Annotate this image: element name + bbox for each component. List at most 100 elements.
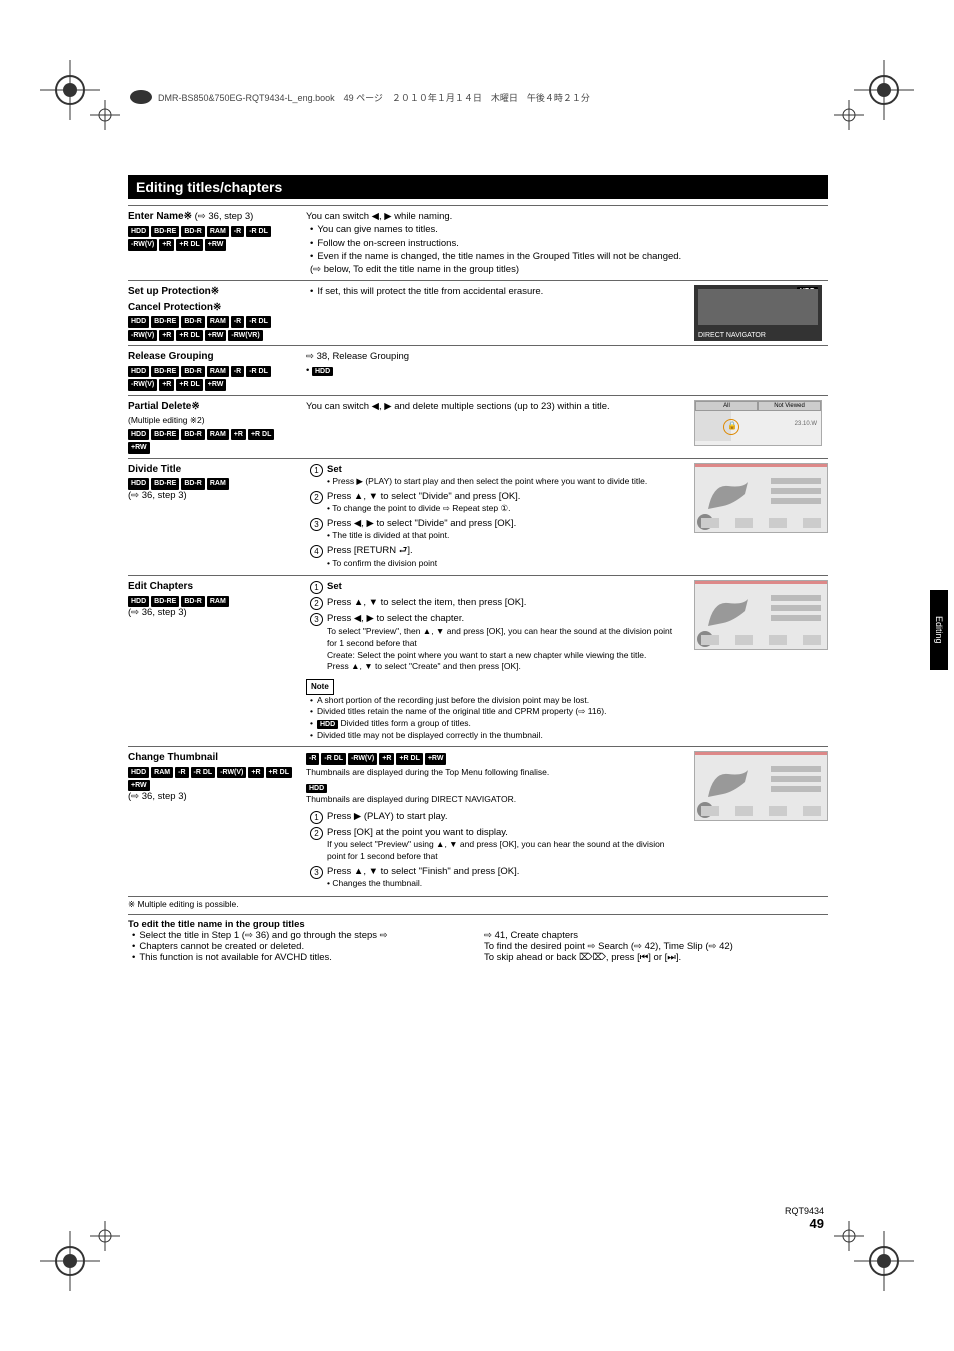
badge: +RW [205, 330, 227, 341]
step-2-icon: 2 [310, 827, 323, 840]
chapters-badges: HDD BD-RE BD-R RAM [128, 596, 294, 607]
chapters-n1: A short portion of the recording just be… [310, 695, 682, 707]
row-release-grouping: Release Grouping HDD BD-RE BD-R RAM -R -… [128, 345, 828, 394]
thumb-heading: Change Thumbnail [128, 751, 294, 765]
badge: -R [231, 366, 244, 377]
badge: +R [231, 429, 246, 440]
direct-navigator-panel: HDD DIRECT NAVIGATOR [694, 285, 822, 341]
badge: +R DL [266, 767, 292, 778]
chapters-s2: Press ▲, ▼ to select the item, then pres… [327, 596, 526, 610]
step-1-icon: 1 [310, 581, 323, 594]
chapters-sub1: To select "Preview", then ▲, ▼ and press… [327, 626, 682, 650]
thumb-top-text: Thumbnails are displayed during the Top … [306, 767, 682, 779]
page-title: Editing titles/chapters [128, 175, 828, 199]
badge: RAM [207, 366, 229, 377]
badge: +R DL [248, 429, 274, 440]
badge: BD-RE [151, 226, 179, 237]
badge: BD-R [181, 478, 205, 489]
row-change-thumbnail: Change Thumbnail HDD RAM -R -R DL -RW(V)… [128, 746, 828, 896]
step-1-icon: 1 [310, 464, 323, 477]
badge: HDD [128, 478, 149, 489]
header-text: DMR-BS850&750EG-RQT9434-L_eng.book 49 ペー… [158, 91, 590, 104]
chapters-sub2: Create: Select the point where you want … [327, 650, 682, 662]
page-num: 49 [785, 1216, 824, 1231]
thumb-badges: HDD RAM -R -R DL -RW(V) +R +R DL +RW [128, 767, 294, 792]
badge: HDD [128, 429, 149, 440]
badge: +R DL [176, 239, 202, 250]
divide-s4b: To confirm the division point [332, 558, 437, 568]
side-tab: Editing [930, 590, 948, 670]
badge: -R DL [191, 767, 216, 778]
badge: BD-R [181, 226, 205, 237]
chapters-n4: Divided title may not be displayed corre… [310, 730, 682, 742]
row-enter-name: Enter Name※ (⇨ 36, step 3) HDD BD-RE BD-… [128, 205, 828, 280]
badge: +RW [205, 379, 227, 390]
divide-s4: Press [RETURN ⮐]. [327, 545, 413, 556]
badge: -R DL [246, 366, 271, 377]
badge: -RW(V) [128, 239, 157, 250]
badge: +R [159, 379, 174, 390]
protection-text: If set, this will protect the title from… [310, 285, 682, 298]
badge: HDD [306, 784, 327, 793]
panel-screen [698, 289, 818, 325]
step-1-icon: 1 [310, 811, 323, 824]
badge: +R [248, 767, 263, 778]
chapters-s3: Press ◀, ▶ to select the chapter. [327, 613, 464, 624]
badge: BD-R [181, 366, 205, 377]
partial-badges: HDD BD-RE BD-R RAM +R +R DL +RW [128, 429, 294, 454]
row-partial-delete: Partial Delete※ (Multiple editing ※2) HD… [128, 395, 828, 458]
release-heading: Release Grouping [128, 350, 294, 364]
thumb-s1: Press ▶ (PLAY) to start play. [327, 810, 447, 824]
row-divide-title: Divide Title HDD BD-RE BD-R RAM (⇨ 36, s… [128, 458, 828, 576]
divide-s3b: The title is divided at that point. [332, 530, 449, 540]
footer-r2: To find the desired point ⇨ Search (⇨ 42… [484, 941, 828, 952]
enter-name-badges: HDD BD-RE BD-R RAM -R -R DL -RW(V) +R +R… [128, 226, 294, 251]
page-code: RQT9434 [785, 1206, 824, 1216]
enter-name-bul1: You can give names to titles. [310, 223, 682, 236]
badge: RAM [207, 596, 229, 607]
thumb-s2: Press [OK] at the point you want to disp… [327, 827, 508, 838]
badge: HDD [128, 767, 149, 778]
enter-name-line: You can switch ◀, ▶ while naming. [306, 210, 682, 223]
tab-notviewed: Not Viewed [758, 401, 821, 411]
badge: HDD [128, 316, 149, 327]
partial-text: You can switch ◀, ▶ and delete multiple … [306, 400, 682, 413]
protection-badges: HDD BD-RE BD-R RAM -R -R DL -RW(V) +R +R… [128, 316, 294, 341]
footnote-star: ※ Multiple editing is possible. [128, 896, 828, 910]
badge: BD-R [181, 316, 205, 327]
badge: -RW(V) [128, 330, 157, 341]
divide-heading: Divide Title [128, 463, 294, 477]
chapters-n2: Divided titles retain the name of the or… [310, 706, 682, 718]
badge: -R [175, 767, 188, 778]
badge: +R [159, 330, 174, 341]
thumb-s3b: Changes the thumbnail. [332, 878, 422, 888]
enter-name-bul2: Follow the on-screen instructions. [310, 237, 682, 250]
panel-label: DIRECT NAVIGATOR [698, 332, 766, 339]
badge: BD-RE [151, 596, 179, 607]
cross-br [834, 1221, 864, 1251]
page-number: RQT9434 49 [785, 1206, 824, 1231]
padlock-icon: 🔒 [727, 421, 737, 430]
dino-icon [703, 474, 753, 514]
thumb-s3: Press ▲, ▼ to select "Finish" and press … [327, 866, 519, 877]
badge: -R [231, 226, 244, 237]
footer-l1: Select the title in Step 1 (⇨ 36) and go… [132, 930, 472, 941]
badge: -R DL [246, 316, 271, 327]
footer-r3: To skip ahead or back ⌦⌦, press [⏮] or [… [484, 952, 828, 963]
footer-l2: Chapters cannot be created or deleted. [132, 941, 472, 952]
divide-ref: (⇨ 36, step 3) [128, 490, 294, 503]
date-label: 23.10.W [731, 411, 821, 441]
footer-l3: This function is not available for AVCHD… [132, 952, 472, 963]
badge: -RW(V) [217, 767, 246, 778]
step-4-icon: 4 [310, 545, 323, 558]
chapters-sub2b: Press ▲, ▼ to select "Create" and then p… [327, 661, 682, 673]
badge: +R DL [176, 330, 202, 341]
badge: HDD [128, 366, 149, 377]
footer-section: To edit the title name in the group titl… [128, 914, 828, 963]
protection-heading: Set up Protection※ [128, 285, 294, 299]
badge: BD-R [181, 596, 205, 607]
divide-thumbnail [694, 463, 828, 533]
book-icon [130, 90, 152, 104]
badge: -R DL [321, 753, 346, 765]
chapters-s1: Set [327, 580, 342, 594]
